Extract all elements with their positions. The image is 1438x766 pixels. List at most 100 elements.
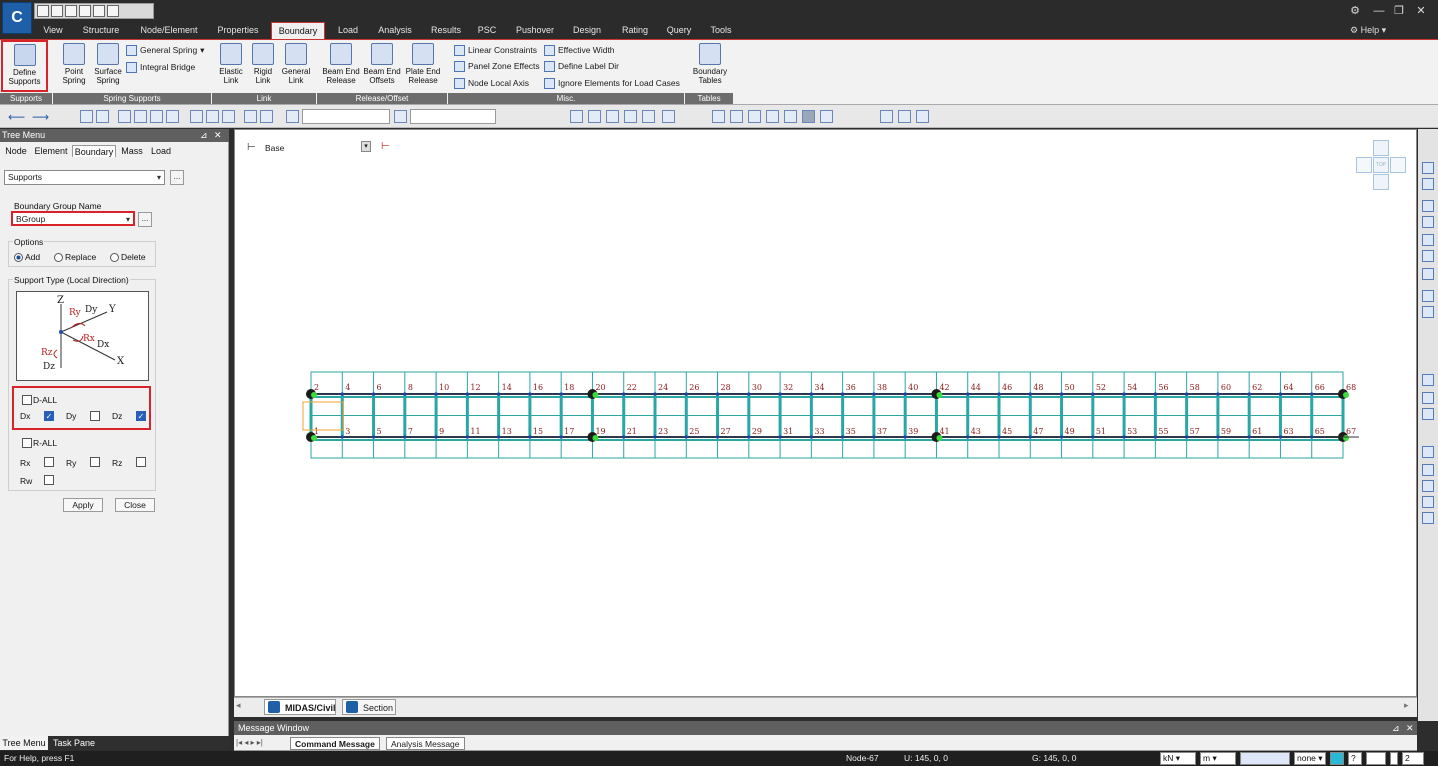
node-local-axis-button[interactable]: Node Local Axis [454, 75, 529, 91]
point-spring-button[interactable]: Point Spring [56, 43, 92, 85]
shading-icon[interactable] [1422, 234, 1434, 246]
select-polygon-icon[interactable] [118, 110, 131, 123]
select-previous-icon[interactable] [206, 110, 219, 123]
tab-boundary[interactable]: Boundary [271, 22, 325, 39]
perspective-icon[interactable] [1422, 200, 1434, 212]
zoom-window-icon[interactable] [1422, 374, 1434, 386]
tab-analysis-message[interactable]: Analysis Message [386, 737, 465, 750]
tab-mass[interactable]: Mass [118, 145, 146, 157]
zoom-all-icon[interactable] [1422, 512, 1434, 524]
display-property-icon[interactable] [642, 110, 655, 123]
view-front-icon[interactable] [748, 110, 761, 123]
view-right-icon[interactable] [784, 110, 797, 123]
dy-checkbox[interactable] [90, 411, 100, 421]
scroll-left-icon[interactable]: ◂ [236, 700, 241, 711]
snap-icons[interactable] [1240, 752, 1290, 765]
force-unit-select[interactable]: kN ▾ [1160, 752, 1196, 765]
view-normal-icon[interactable] [820, 110, 833, 123]
inactive-icon[interactable] [1422, 306, 1434, 318]
zoom-fit-right-icon[interactable] [1422, 446, 1434, 458]
close-panel-icon[interactable]: ✕ [214, 129, 222, 142]
print-icon[interactable] [93, 5, 105, 17]
tab-node[interactable]: Node [2, 145, 30, 157]
tab-design[interactable]: Design [568, 22, 606, 39]
plate-end-release-button[interactable]: Plate End Release [402, 43, 444, 85]
rz-checkbox[interactable] [136, 457, 146, 467]
tab-tree-menu[interactable]: Tree Menu [0, 736, 48, 750]
cursor-node-icon[interactable] [286, 110, 299, 123]
tab-analysis[interactable]: Analysis [372, 22, 418, 39]
rw-checkbox[interactable] [44, 475, 54, 485]
zoom-out-icon[interactable] [1422, 496, 1434, 508]
integral-bridge-button[interactable]: Integral Bridge [126, 59, 195, 75]
tab-boundary-panel[interactable]: Boundary [72, 145, 116, 157]
settings-icon[interactable]: ⚙ [1346, 3, 1364, 19]
radio-replace[interactable] [54, 253, 63, 263]
minimize-button[interactable]: — [1370, 3, 1388, 19]
none-select[interactable]: none ▾ [1294, 752, 1326, 765]
zoom-in-step-icon[interactable] [1422, 480, 1434, 492]
tab-results[interactable]: Results [426, 22, 466, 39]
tab-psc[interactable]: PSC [474, 22, 500, 39]
bracket-icon[interactable] [1390, 752, 1398, 765]
d-all-checkbox[interactable] [22, 395, 32, 405]
lock-icon[interactable] [916, 110, 929, 123]
zoom-in-icon[interactable] [1422, 464, 1434, 476]
tab-load-panel[interactable]: Load [148, 145, 174, 157]
question-icon[interactable]: ? [1348, 752, 1362, 765]
view-north-icon[interactable] [802, 110, 815, 123]
scroll-right-icon[interactable]: ▸ [1404, 700, 1409, 711]
rx-checkbox[interactable] [44, 457, 54, 467]
surface-spring-button[interactable]: Surface Spring [92, 43, 124, 85]
radio-delete[interactable] [110, 253, 119, 263]
help-menu[interactable]: ⚙ Help ▾ [1350, 22, 1386, 39]
boundary-group-more-button[interactable]: ... [138, 212, 152, 227]
tab-rating[interactable]: Rating [616, 22, 654, 39]
general-spring-button[interactable]: General Spring ▾ [126, 42, 204, 58]
message-pin-icon[interactable]: ⊿ [1392, 721, 1400, 735]
restore-button[interactable]: ❐ [1390, 3, 1408, 19]
undo-icon[interactable] [107, 5, 119, 17]
linear-constraints-button[interactable]: Linear Constraints [454, 42, 537, 58]
model-view[interactable]: ⊢ Base ▾ ⊢ TOP 2 1 4 3 6 5 8 7 10 9 12 11 14 13 16 15 18… [234, 129, 1417, 697]
dx-checkbox[interactable]: ✓ [44, 411, 54, 421]
rotate-icon[interactable] [1422, 408, 1434, 420]
tab-query[interactable]: Query [662, 22, 696, 39]
elastic-link-button[interactable]: Elastic Link [215, 43, 247, 85]
number-field[interactable]: 2 [1402, 752, 1424, 765]
select-icon[interactable] [80, 110, 93, 123]
close-button[interactable]: Close [115, 498, 155, 512]
tab-properties[interactable]: Properties [212, 22, 264, 39]
boundary-tables-button[interactable]: Boundary Tables [688, 43, 732, 85]
tab-load[interactable]: Load [332, 22, 364, 39]
element-select-combo[interactable] [410, 109, 496, 124]
save-as-icon[interactable] [79, 5, 91, 17]
select-plane-icon[interactable] [150, 110, 163, 123]
display-element-number-icon[interactable] [588, 110, 601, 123]
display-boundary-icon[interactable] [606, 110, 619, 123]
capture-icon[interactable] [898, 110, 911, 123]
define-supports-button[interactable]: Define Supports [1, 40, 48, 92]
open-file-icon[interactable] [51, 5, 63, 17]
zoom-fit-icon[interactable] [712, 110, 725, 123]
select-window-icon[interactable] [96, 110, 109, 123]
active-icon[interactable] [1422, 290, 1434, 302]
radio-add[interactable] [14, 253, 23, 263]
tab-element[interactable]: Element [32, 145, 70, 157]
beam-end-release-button[interactable]: Beam End Release [320, 43, 362, 85]
panel-zone-effects-button[interactable]: Panel Zone Effects [454, 58, 540, 74]
ry-checkbox[interactable] [90, 457, 100, 467]
copy-view-icon[interactable] [880, 110, 893, 123]
unselect-icon[interactable] [190, 110, 203, 123]
pan-icon[interactable] [1422, 392, 1434, 404]
rigid-link-button[interactable]: Rigid Link [248, 43, 278, 85]
pin-icon[interactable]: ⊿ [200, 129, 208, 142]
display-option-icon[interactable] [662, 110, 675, 123]
tab-task-pane[interactable]: Task Pane [50, 736, 98, 750]
tab-structure[interactable]: Structure [78, 22, 124, 39]
beam-end-offsets-button[interactable]: Beam End Offsets [362, 43, 402, 85]
select-all-icon[interactable] [222, 110, 235, 123]
select-by-type-icon[interactable] [260, 110, 273, 123]
tab-pushover[interactable]: Pushover [510, 22, 560, 39]
tab-node-element[interactable]: Node/Element [136, 22, 202, 39]
